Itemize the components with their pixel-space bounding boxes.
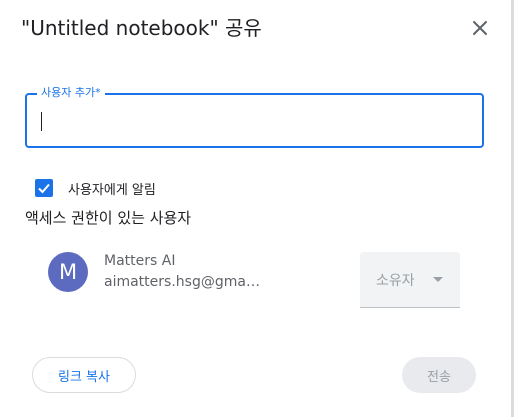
dialog-title: "Untitled notebook" 공유 xyxy=(21,16,262,40)
role-select: 소유자 xyxy=(360,252,460,308)
close-button[interactable] xyxy=(466,14,494,42)
user-email: aimatters.hsg@gmail.c... xyxy=(104,274,262,290)
dropdown-arrow-icon xyxy=(433,277,443,282)
notify-checkbox-row[interactable]: 사용자에게 알림 xyxy=(35,178,156,198)
notify-label: 사용자에게 알림 xyxy=(68,182,156,198)
text-cursor xyxy=(41,112,42,131)
role-value: 소유자 xyxy=(376,272,415,289)
checkmark-icon xyxy=(38,183,50,194)
access-section-title: 액세스 권한이 있는 사용자 xyxy=(25,209,192,227)
notify-checkbox[interactable] xyxy=(35,179,53,197)
copy-link-button[interactable]: 링크 복사 xyxy=(32,357,136,393)
user-name: Matters AI xyxy=(104,253,176,269)
add-people-field[interactable]: 사용자 추가* xyxy=(25,86,484,148)
share-dialog: "Untitled notebook" 공유 사용자 추가* 사용자에게 알림 … xyxy=(0,0,514,417)
add-people-label: 사용자 추가* xyxy=(37,86,105,100)
close-icon xyxy=(473,21,487,35)
send-button[interactable]: 전송 xyxy=(402,357,476,393)
avatar: M xyxy=(48,252,88,292)
add-people-input[interactable] xyxy=(39,105,469,137)
